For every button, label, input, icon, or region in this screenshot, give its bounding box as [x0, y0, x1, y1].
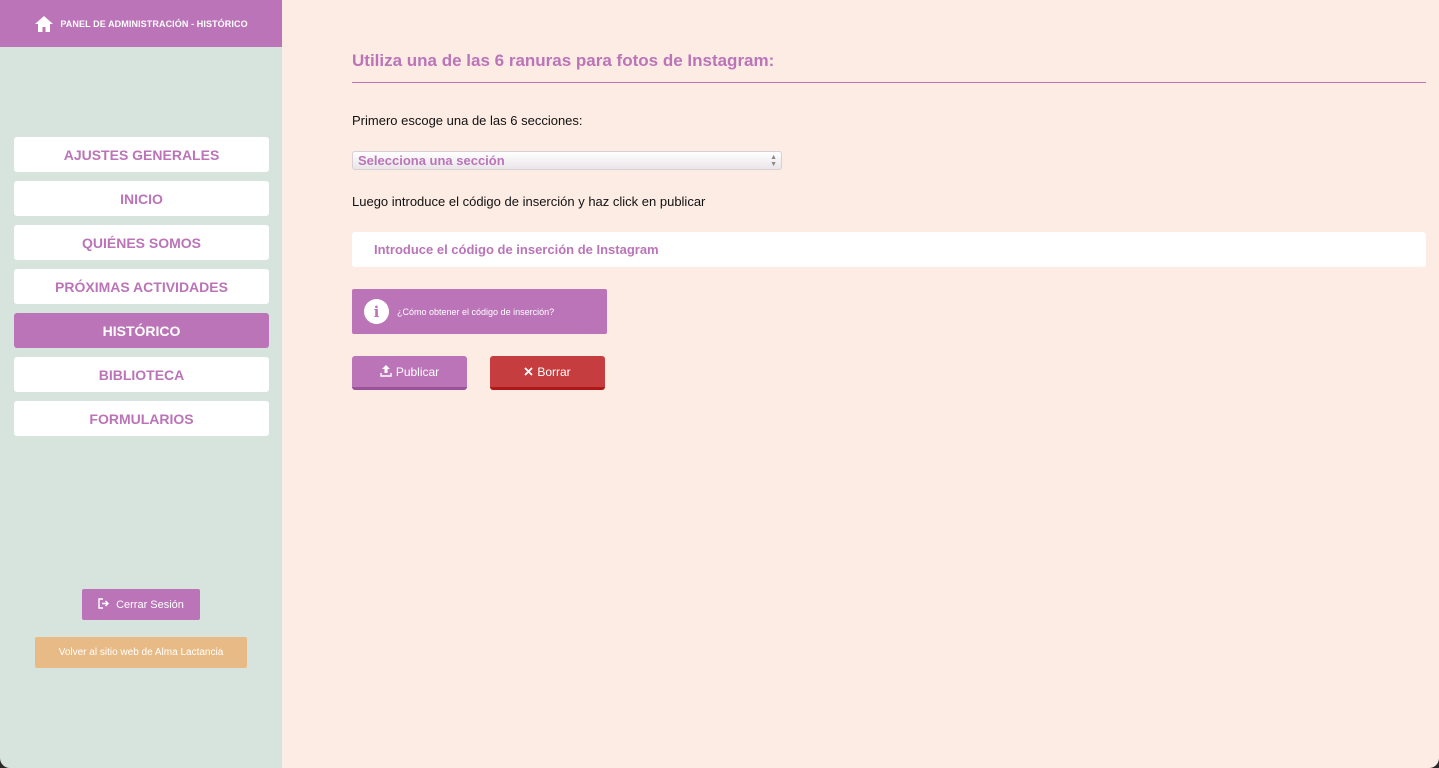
embed-help-text: ¿Cómo obtener el código de inserción? [397, 306, 555, 317]
section-select-value: Selecciona una sección [358, 153, 505, 168]
sidebar-item-proximas-actividades[interactable]: PRÓXIMAS ACTIVIDADES [14, 269, 269, 304]
select-arrows-icon: ▲ ▼ [770, 154, 777, 168]
sidebar-header[interactable]: PANEL DE ADMINISTRACIÓN - HISTÓRICO [0, 0, 282, 47]
upload-icon [380, 364, 392, 380]
sidebar-item-formularios[interactable]: FORMULARIOS [14, 401, 269, 436]
close-icon [524, 365, 533, 379]
step1-label: Primero escoge una de las 6 secciones: [352, 113, 583, 128]
sidebar: PANEL DE ADMINISTRACIÓN - HISTÓRICO AJUS… [0, 0, 282, 768]
app-window: PANEL DE ADMINISTRACIÓN - HISTÓRICO AJUS… [0, 0, 1439, 768]
info-icon: i [364, 299, 389, 324]
page-title: Utiliza una de las 6 ranuras para fotos … [352, 51, 775, 70]
embed-code-input[interactable] [352, 232, 1426, 267]
logout-label: Cerrar Sesión [116, 598, 184, 611]
publish-button[interactable]: Publicar [352, 356, 467, 390]
section-select[interactable]: Selecciona una sección ▲ ▼ [352, 151, 782, 170]
sidebar-nav: AJUSTES GENERALES INICIO QUIÉNES SOMOS P… [14, 137, 269, 445]
delete-label: Borrar [537, 364, 571, 379]
main-content: Utiliza una de las 6 ranuras para fotos … [282, 0, 1439, 768]
delete-button[interactable]: Borrar [490, 356, 605, 390]
sidebar-item-biblioteca[interactable]: BIBLIOTECA [14, 357, 269, 392]
home-icon [34, 15, 54, 33]
publish-label: Publicar [395, 364, 440, 379]
sidebar-item-ajustes-generales[interactable]: AJUSTES GENERALES [14, 137, 269, 172]
step2-label: Luego introduce el código de inserción y… [352, 194, 706, 209]
logout-button[interactable]: Cerrar Sesión [82, 589, 200, 620]
sidebar-item-inicio[interactable]: INICIO [14, 181, 269, 216]
sidebar-item-historico[interactable]: HISTÓRICO [14, 313, 269, 348]
back-to-site-button[interactable]: Volver al sitio web de Alma Lactancia [35, 637, 247, 668]
logout-icon [98, 597, 110, 612]
sidebar-item-quienes-somos[interactable]: QUIÉNES SOMOS [14, 225, 269, 260]
embed-help-box[interactable]: i ¿Cómo obtener el código de inserción? [352, 289, 607, 334]
title-divider [352, 82, 1426, 83]
sidebar-header-title: PANEL DE ADMINISTRACIÓN - HISTÓRICO [60, 18, 248, 29]
